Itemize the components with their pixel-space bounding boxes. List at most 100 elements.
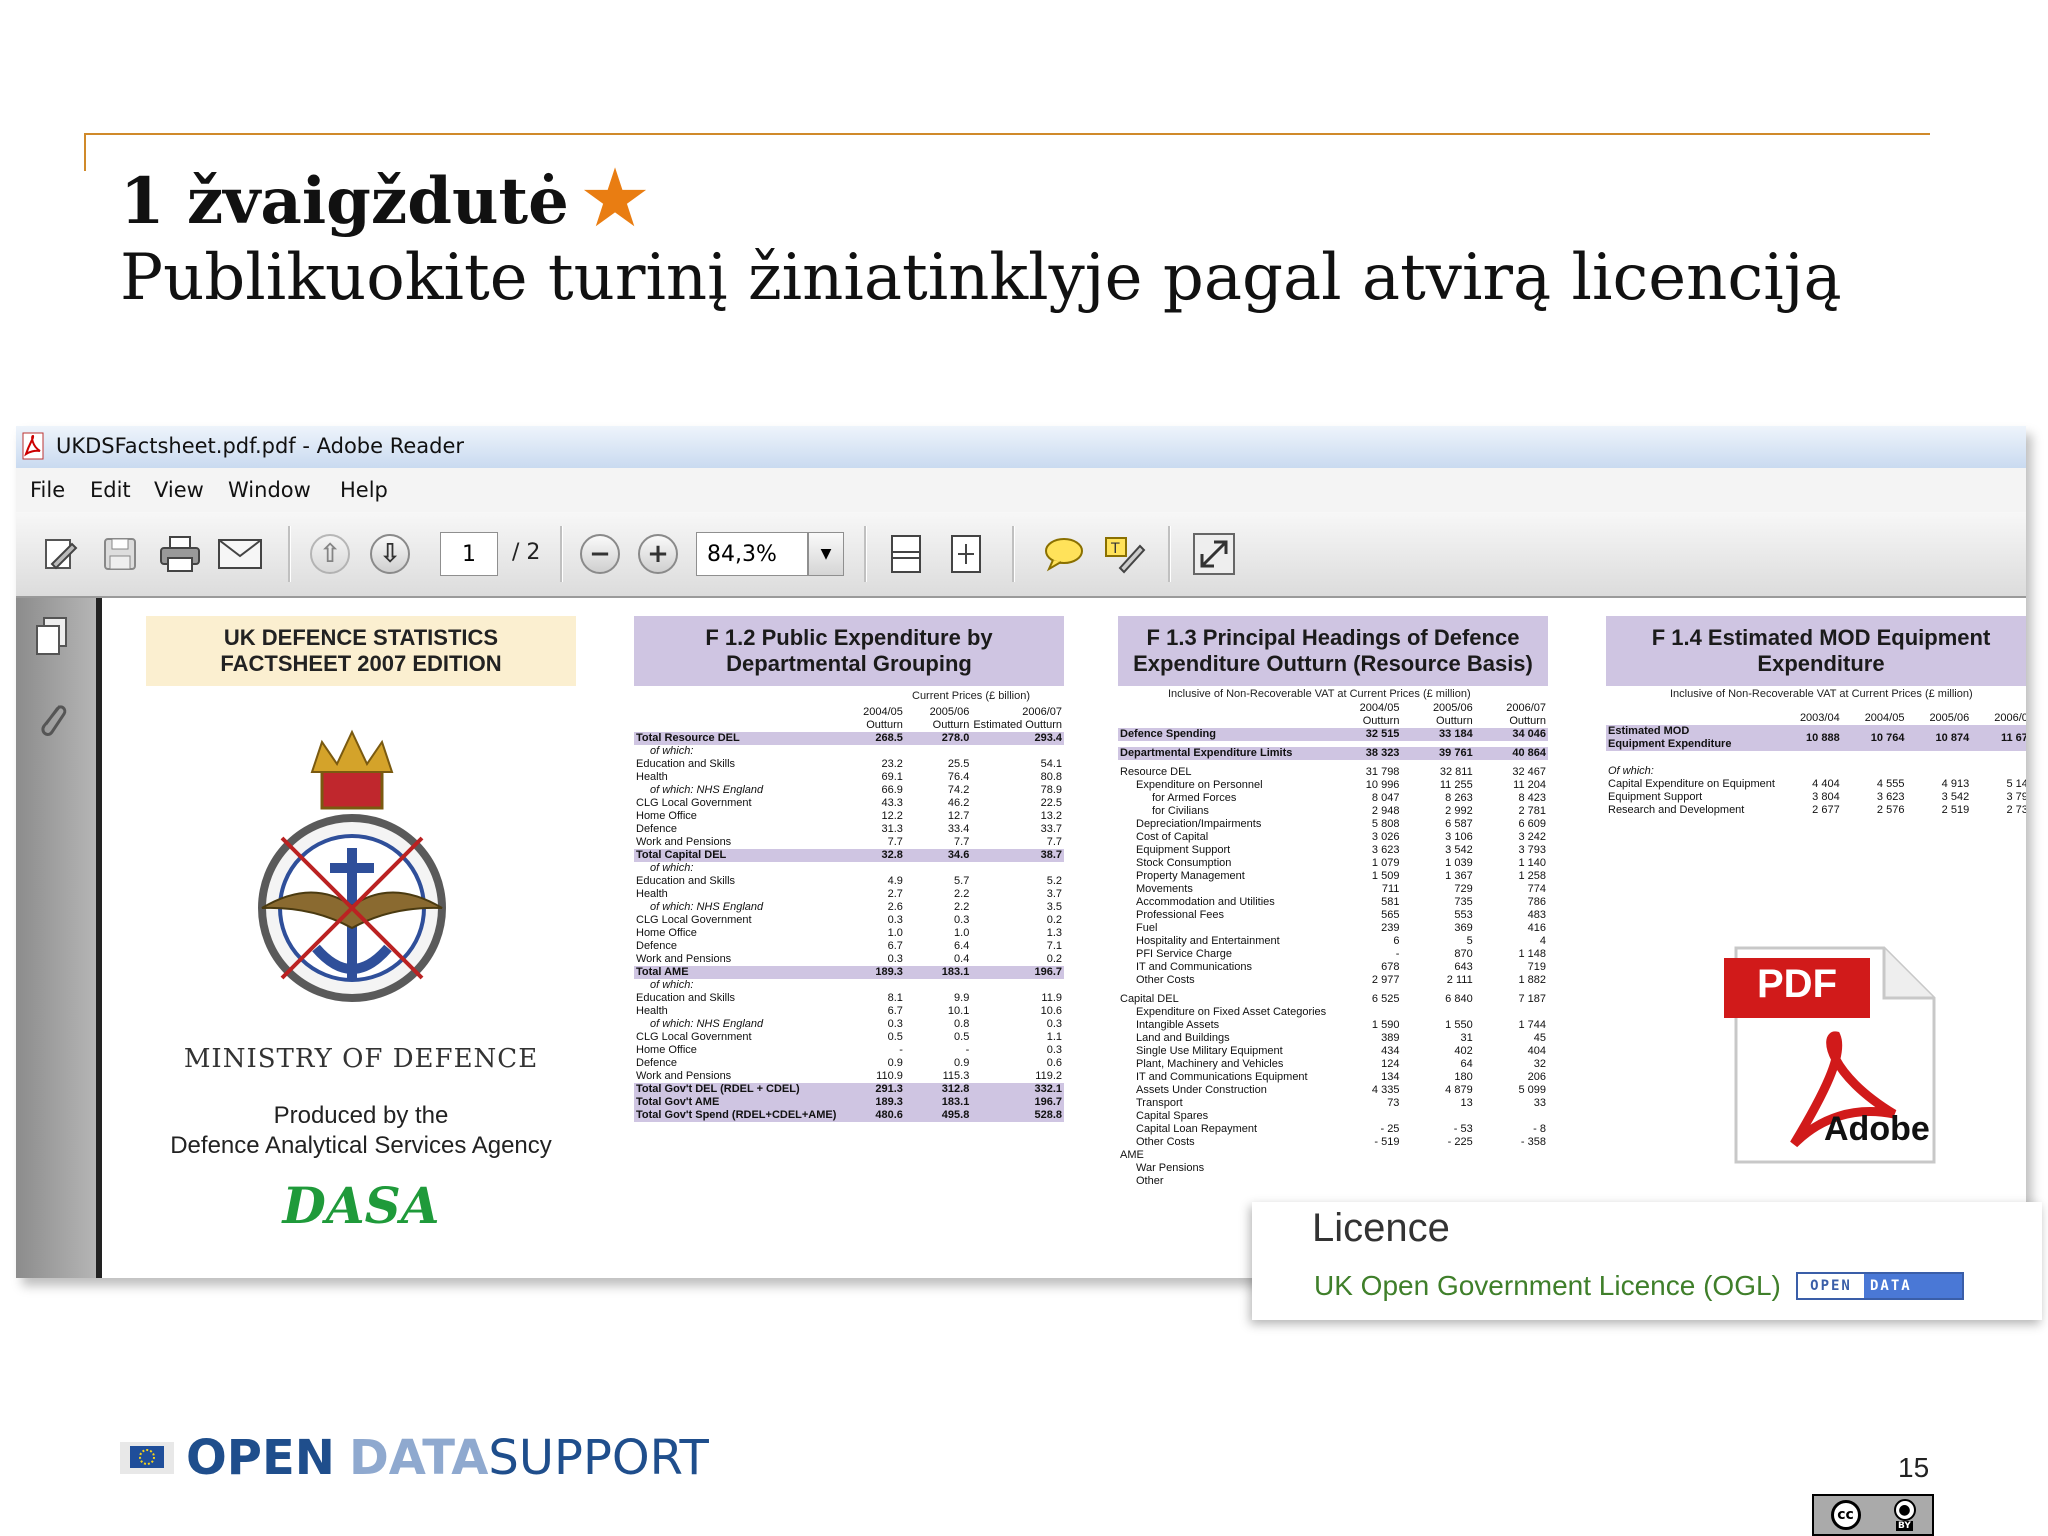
pdf-app-icon (22, 432, 44, 460)
save-icon[interactable] (96, 530, 144, 578)
table-row-label: IT and Communications (1136, 961, 1252, 973)
open-data-support-logo: OPEN DATASUPPORT (120, 1430, 709, 1486)
table-cell: 1 550 (1445, 1019, 1473, 1031)
table-row: Land and Buildings 389 31 45 (1118, 1032, 1548, 1045)
email-icon[interactable] (216, 530, 264, 578)
table-cell (971, 979, 1064, 992)
table-cell: 45 (1533, 1032, 1546, 1044)
table-cell: 1 367 (1445, 870, 1473, 882)
table-cell: 13 (1460, 1097, 1473, 1109)
prev-page-icon[interactable]: ⇧ (306, 530, 354, 578)
table-header-cell: Outturn (866, 719, 903, 731)
table-row: Capital Loan Repayment - 25 - 53 - 8 (1118, 1123, 1548, 1136)
table-cell: 33.7 (1040, 823, 1062, 835)
edit-icon[interactable] (36, 530, 84, 578)
table-cell: 40 864 (1474, 747, 1548, 760)
toolbar-separator (288, 526, 291, 582)
header-rule (84, 133, 1930, 135)
table-cell: 332.1 (971, 1083, 1064, 1096)
table-cell: 2 519 (1941, 804, 1970, 816)
table-header-cell (1118, 702, 1328, 715)
table-cell: 206 (1527, 1071, 1546, 1083)
table-row-label: PFI Service Charge (1136, 948, 1232, 960)
table-cell: 11 672 (1971, 725, 2026, 751)
fit-width-icon[interactable] (942, 530, 990, 578)
table-cell: 33 184 (1401, 728, 1475, 741)
print-icon[interactable] (156, 530, 204, 578)
table-cell: 46.2 (947, 797, 970, 809)
table-cell: 11.9 (1041, 992, 1062, 1004)
table-cell: 389 (1381, 1032, 1400, 1044)
slide-subtitle: Publikuokite turinį žiniatinklyje pagal … (120, 241, 1842, 315)
zoom-out-icon[interactable]: − (576, 530, 624, 578)
table-cell: 2 732 (2006, 804, 2026, 816)
table-row: of which: NHS England 66.9 74.2 78.9 (634, 784, 1064, 797)
table-row-label: for Civilians (1152, 805, 1209, 817)
table-cell (1328, 1110, 1401, 1123)
fullscreen-icon[interactable] (1190, 530, 1238, 578)
table-row: AME (1118, 1149, 1548, 1162)
table-header-cell: Estimated Outturn (973, 719, 1062, 731)
table-cell: 80.8 (1040, 771, 1062, 783)
document-view[interactable]: UK DEFENCE STATISTICS FACTSHEET 2007 EDI… (102, 598, 2026, 1278)
comment-icon[interactable] (1040, 530, 1088, 578)
table-spacer (1606, 751, 2026, 765)
table-cell: 3 793 (1518, 844, 1546, 856)
f12-subtitle: Current Prices (£ billion) (912, 690, 1030, 702)
table-cell: 78.9 (1040, 784, 1062, 796)
table-row: for Civilians 2 948 2 992 2 781 (1118, 805, 1548, 818)
menu-file[interactable]: File (30, 478, 65, 502)
table-cell: 719 (1527, 961, 1546, 973)
table-cell: 0.8 (954, 1018, 970, 1030)
table-row: Defence 0.9 0.9 0.6 (634, 1057, 1064, 1070)
table-cell (971, 862, 1064, 875)
menubar: File Edit View Window Help (16, 468, 2026, 513)
table-cell: 8.1 (887, 992, 903, 1004)
table-row-label: Home Office (636, 810, 697, 822)
zoom-in-icon[interactable]: + (634, 530, 682, 578)
table-cell: 8 263 (1445, 792, 1473, 804)
table-row-label: Defence Spending (1118, 728, 1329, 741)
ministry-name: MINISTRY OF DEFENCE (183, 1044, 539, 1074)
table-row: IT and Communications Equipment 134 180 206 (1118, 1071, 1548, 1084)
table-cell: 6.7 (887, 940, 903, 952)
menu-view[interactable]: View (154, 478, 204, 502)
licence-link[interactable]: UK Open Government Licence (OGL) (1314, 1270, 1781, 1302)
table-cell (1328, 1175, 1401, 1188)
menu-help[interactable]: Help (340, 478, 388, 502)
table-header-cell: Outturn (1509, 715, 1546, 727)
table-cell: - (965, 1044, 970, 1056)
zoom-input[interactable]: 84,3% (696, 532, 808, 576)
pages-icon[interactable] (32, 616, 72, 660)
table-cell: 3 804 (1812, 791, 1840, 803)
attachment-icon[interactable] (34, 696, 70, 740)
table-row: Other Costs 2 977 2 111 1 882 (1118, 974, 1548, 987)
window-titlebar[interactable]: UKDSFactsheet.pdf.pdf - Adobe Reader (16, 426, 2026, 468)
page-number-input[interactable]: 1 (440, 532, 498, 576)
fit-page-icon[interactable] (882, 530, 930, 578)
f14-bar-label-line2: Equipment Expenditure (1608, 738, 1732, 750)
eu-flag-icon (120, 1442, 174, 1474)
table-cell: 0.2 (1046, 914, 1062, 926)
table-cell: 293.4 (971, 732, 1064, 745)
table-row: Hospitality and Entertainment 6 5 4 (1118, 935, 1548, 948)
table-row: Home Office 1.0 1.0 1.3 (634, 927, 1064, 940)
next-page-icon[interactable]: ⇩ (366, 530, 414, 578)
table-cell (1328, 1149, 1401, 1162)
table-cell: 189.3 (838, 966, 905, 979)
table-row: Health 69.1 76.4 80.8 (634, 771, 1064, 784)
table-cell: 1.0 (887, 927, 903, 939)
menu-window[interactable]: Window (228, 478, 311, 502)
table-row-label: Of which: (1608, 765, 1654, 777)
table-cell: 2 781 (1518, 805, 1546, 817)
table-cell: 416 (1527, 922, 1546, 934)
highlight-icon[interactable]: T (1100, 530, 1148, 578)
table-cell (1475, 1162, 1548, 1175)
chevron-down-icon[interactable]: ▼ (808, 532, 844, 576)
table-row: IT and Communications 678 643 719 (1118, 961, 1548, 974)
table-row-label: Other Costs (1136, 1136, 1195, 1148)
table-cell: 3 106 (1445, 831, 1473, 843)
table-cell: 32 (1533, 1058, 1546, 1070)
table-header-row: Outturn Outturn Outturn (1118, 715, 1548, 728)
menu-edit[interactable]: Edit (90, 478, 131, 502)
